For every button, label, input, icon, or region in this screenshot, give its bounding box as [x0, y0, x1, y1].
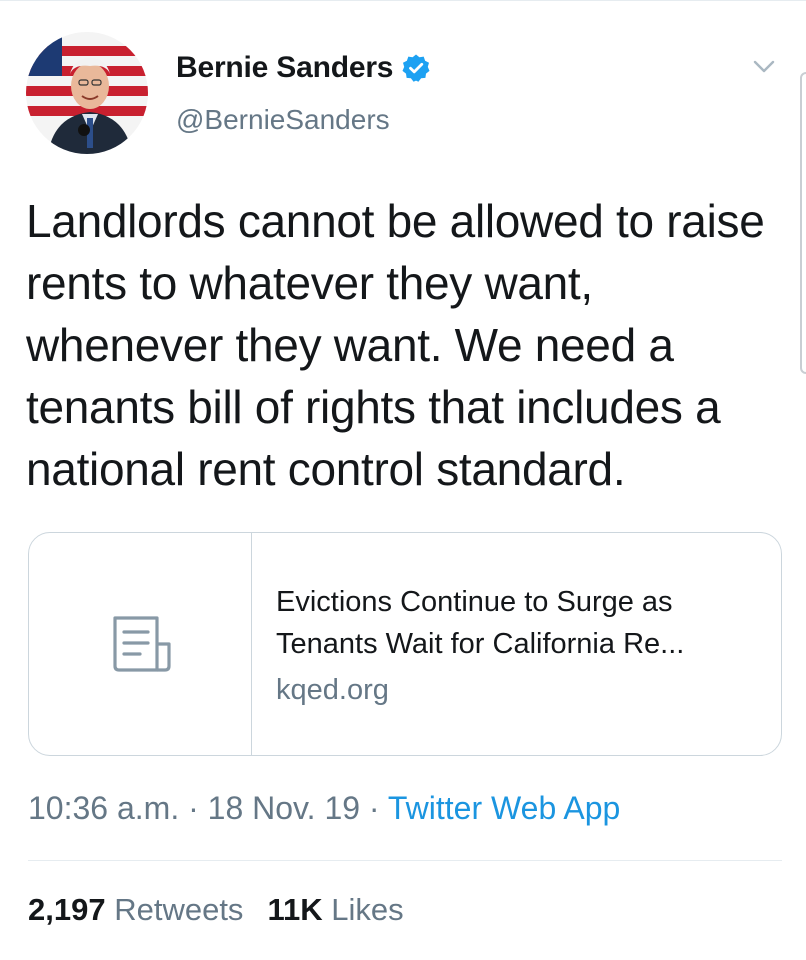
document-icon: [105, 614, 175, 674]
retweets-count: 2,197: [28, 892, 106, 927]
card-title: Evictions Continue to Surge as Tenants W…: [276, 586, 685, 660]
meta-separator: ·: [179, 790, 208, 826]
divider: [28, 860, 782, 861]
verified-badge-icon: [401, 53, 431, 83]
likes-stat[interactable]: 11K Likes: [267, 892, 403, 927]
tweet-date[interactable]: 18 Nov. 19: [208, 790, 360, 826]
meta-separator: ·: [360, 790, 388, 826]
top-divider: [0, 0, 806, 1]
user-handle[interactable]: @BernieSanders: [176, 104, 390, 136]
tweet-time[interactable]: 10:36 a.m.: [28, 790, 179, 826]
tweet-stats: 2,197 Retweets 11K Likes: [28, 892, 404, 928]
card-text: Evictions Continue to Surge as Tenants W…: [276, 581, 766, 711]
retweets-stat[interactable]: 2,197 Retweets: [28, 892, 243, 927]
avatar[interactable]: [26, 32, 148, 154]
scrollbar[interactable]: [800, 72, 806, 374]
likes-label: Likes: [331, 892, 404, 927]
name-row: Bernie Sanders: [176, 48, 431, 88]
tweet-detail: Bernie Sanders @BernieSanders Landlords …: [0, 0, 806, 960]
tweet-text: Landlords cannot be allowed to raise ren…: [26, 195, 765, 495]
retweets-label: Retweets: [114, 892, 244, 927]
tweet-source-link[interactable]: Twitter Web App: [388, 790, 620, 826]
link-card[interactable]: Evictions Continue to Surge as Tenants W…: [28, 532, 782, 756]
tweet-metadata: 10:36 a.m. · 18 Nov. 19 · Twitter Web Ap…: [28, 790, 620, 827]
card-domain: kqed.org: [276, 674, 389, 706]
card-thumbnail: [29, 533, 252, 755]
likes-count: 11K: [267, 892, 323, 927]
chevron-down-icon[interactable]: [750, 52, 778, 80]
display-name[interactable]: Bernie Sanders: [176, 51, 393, 85]
